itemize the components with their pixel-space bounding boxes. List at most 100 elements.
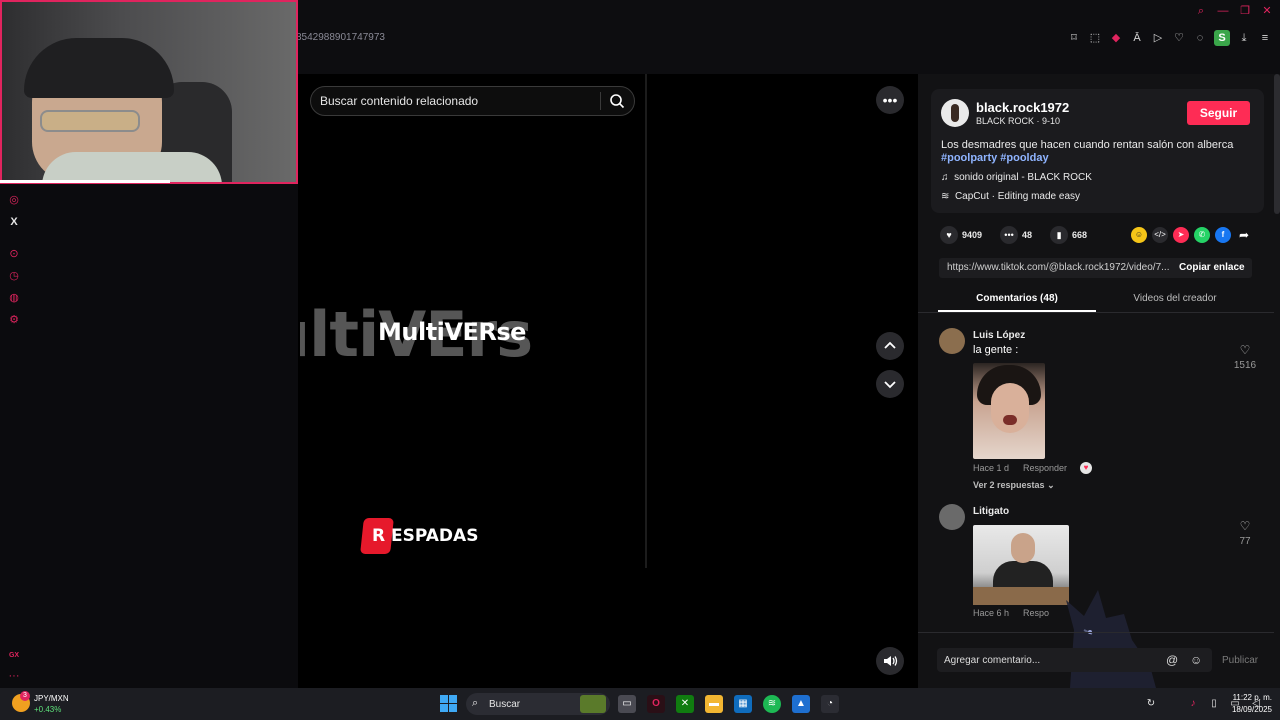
close-icon[interactable]: ✕ <box>1260 4 1274 18</box>
comment-icon[interactable]: ••• <box>1000 226 1019 244</box>
panel-scrollbar[interactable] <box>1274 74 1280 214</box>
history-icon[interactable]: ◷ <box>6 268 22 284</box>
chat-icon[interactable]: ◌ <box>1193 30 1207 46</box>
search-icon[interactable] <box>609 93 625 109</box>
ticker-change: +0.43% <box>34 705 62 714</box>
comment-time: Hace 6 h <box>973 608 1010 618</box>
play-icon[interactable]: ▷ <box>1151 30 1165 46</box>
chevron-up-icon <box>884 341 896 349</box>
comment-avatar[interactable] <box>939 504 965 530</box>
comment-like-count: 77 <box>1239 536 1251 547</box>
post-hashtags[interactable]: #poolparty #poolday <box>941 152 1049 164</box>
opera-gx-icon[interactable]: O <box>647 695 665 713</box>
instagram-icon[interactable]: ◎ <box>6 192 22 208</box>
bookmark-icon[interactable]: ▮ <box>1050 226 1069 244</box>
comment-bar-divider <box>918 632 1274 633</box>
author-subinfo: BLACK ROCK · 9-10 <box>976 116 1061 126</box>
comment-avatar[interactable] <box>939 328 965 354</box>
emoji-icon[interactable]: ☺ <box>1190 653 1202 667</box>
photos-icon[interactable]: ▲ <box>792 695 810 713</box>
minimize-icon[interactable]: — <box>1216 4 1230 18</box>
bookmark-icon[interactable]: ⌑ <box>1067 30 1081 46</box>
like-count: 9409 <box>962 230 983 240</box>
view-replies-button[interactable]: Ver 2 respuestas ⌄ <box>973 480 1055 491</box>
comment-count: 48 <box>1022 230 1033 240</box>
windows-start-icon[interactable] <box>440 695 457 712</box>
tab-comments[interactable]: Comentarios (48) <box>938 293 1096 304</box>
settings-icon[interactable]: ⚙ <box>6 312 22 328</box>
share-icons: ☺ </> ➤ ✆ f ➦ <box>1131 227 1252 243</box>
volume-button[interactable] <box>876 647 904 675</box>
comment-time: Hace 1 d <box>973 463 1010 473</box>
ticker-widget-icon[interactable]: 3 <box>12 691 30 712</box>
capcut-icon: ≋ <box>941 191 950 202</box>
author-avatar[interactable] <box>941 99 969 127</box>
address-bar-fragment[interactable]: 8542988901747973 <box>296 32 385 43</box>
translate-icon[interactable]: Ā <box>1130 30 1144 46</box>
comment-image[interactable] <box>973 363 1045 459</box>
download-icon[interactable]: ⤓ <box>1237 30 1251 46</box>
post-description: Los desmadres que hacen cuando rentan sa… <box>941 139 1234 151</box>
publish-button[interactable]: Publicar <box>1222 655 1258 666</box>
tab-creator-videos[interactable]: Videos del creador <box>1096 293 1254 304</box>
search-highlight-icon[interactable] <box>580 695 606 713</box>
more-icon[interactable]: ··· <box>6 668 22 684</box>
x-icon[interactable]: X <box>6 214 22 230</box>
more-options-button[interactable]: ••• <box>876 86 904 114</box>
facebook-icon[interactable]: f <box>1215 227 1231 243</box>
webcam-overlay <box>0 0 298 184</box>
clock-time[interactable]: 11:22 p. m. <box>1222 693 1272 702</box>
gx-icon[interactable]: GX <box>6 648 22 664</box>
next-video-button[interactable] <box>876 370 904 398</box>
share-arrow-icon[interactable]: ➦ <box>1236 227 1252 243</box>
comment-author[interactable]: Litigato <box>973 506 1009 517</box>
messenger-icon[interactable]: ◍ <box>6 290 22 306</box>
player-icon[interactable]: ⊙ <box>6 246 22 262</box>
microphone-icon[interactable]: ♪ <box>1187 698 1199 709</box>
webcam-progress <box>0 180 170 183</box>
ticker-badge: 3 <box>20 691 30 701</box>
phone-icon[interactable]: ▯ <box>1208 698 1220 709</box>
mention-icon[interactable]: @ <box>1166 653 1178 667</box>
app-icon[interactable]: ◔ <box>821 695 839 713</box>
coin-icon[interactable]: ☺ <box>1131 227 1147 243</box>
tray-sync-icon[interactable]: ↻ <box>1145 698 1157 709</box>
window-controls: ⌕ — ❐ ✕ <box>1194 4 1274 18</box>
reply-button[interactable]: Responder <box>1023 463 1067 473</box>
spotify-icon[interactable]: ≋ <box>763 695 781 713</box>
embed-icon[interactable]: </> <box>1152 227 1168 243</box>
whatsapp-icon[interactable]: ✆ <box>1194 227 1210 243</box>
task-view-icon[interactable]: ▭ <box>618 695 636 713</box>
maximize-icon[interactable]: ❐ <box>1238 4 1252 18</box>
profile-s-icon[interactable]: S <box>1214 30 1230 46</box>
store-icon[interactable]: ▦ <box>734 695 752 713</box>
save-count: 668 <box>1072 230 1088 240</box>
post-music[interactable]: ♫ sonido original - BLACK ROCK <box>941 172 1092 183</box>
chevron-down-icon <box>884 381 896 389</box>
comment-like-count: 1516 <box>1233 360 1257 371</box>
capcut-label: CapCut · Editing made easy <box>954 191 1081 202</box>
send-icon[interactable]: ➤ <box>1173 227 1189 243</box>
video-player[interactable] <box>300 74 646 688</box>
copy-link-button[interactable]: Copiar enlace <box>1179 262 1245 273</box>
xbox-icon[interactable]: ✕ <box>676 695 694 713</box>
file-explorer-icon[interactable]: ▬ <box>705 695 723 713</box>
heart-icon[interactable]: ♡ <box>1172 30 1186 46</box>
pocket-icon[interactable]: ◆ <box>1109 30 1123 46</box>
follow-button[interactable]: Seguir <box>1187 101 1250 125</box>
search-icon[interactable]: ⌕ <box>1194 4 1208 18</box>
video-link[interactable]: https://www.tiktok.com/@black.rock1972/v… <box>947 262 1169 273</box>
clock-date[interactable]: 18/09/2025 <box>1222 705 1272 714</box>
like-icon[interactable]: ♥ <box>940 226 958 244</box>
tab-divider <box>918 312 1274 313</box>
comment-like-icon[interactable]: ♡ <box>1234 343 1256 357</box>
menu-icon[interactable]: ≡ <box>1258 30 1272 46</box>
post-capcut[interactable]: ≋ CapCut · Editing made easy <box>941 191 1080 202</box>
previous-video-button[interactable] <box>876 332 904 360</box>
related-search-placeholder: Buscar contenido relacionado <box>320 94 479 108</box>
post-stats: ♥ 9409 ••• 48 ▮ 668 <box>940 226 1101 244</box>
comment-author[interactable]: Luis López <box>973 330 1025 341</box>
author-username[interactable]: black.rock1972 <box>976 100 1069 115</box>
screenshot-icon[interactable]: ⬚ <box>1088 30 1102 46</box>
comment-like-icon[interactable]: ♡ <box>1234 519 1256 533</box>
